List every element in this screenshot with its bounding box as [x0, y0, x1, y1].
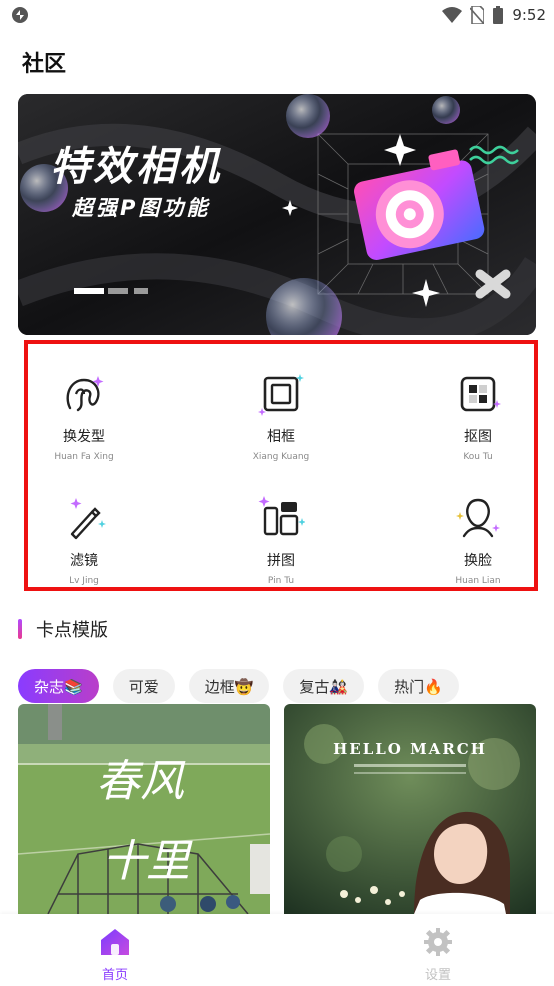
- tool-label: 滤镜: [70, 553, 98, 569]
- tool-pinyin: Lv Jing: [69, 576, 99, 586]
- tool-label: 相框: [267, 429, 295, 445]
- frame-icon: [258, 374, 304, 416]
- tool-label: 换脸: [464, 553, 492, 569]
- face-swap-icon: [456, 498, 500, 538]
- tool-label: 抠图: [464, 429, 492, 445]
- template-category-tabs: 杂志📚 可爱 边框🤠 复古🎎 热门🔥: [18, 669, 459, 703]
- home-icon: [101, 929, 129, 955]
- filter-wand-icon: [70, 498, 106, 540]
- tool-pinyin: Huan Fa Xing: [54, 452, 114, 462]
- wifi-icon: [442, 7, 463, 23]
- no-sim-icon: [470, 6, 485, 24]
- hair-icon: [66, 376, 104, 412]
- battery-icon: [493, 6, 504, 24]
- template-card[interactable]: 春风 十里: [18, 704, 270, 914]
- card-text-line2: 十里: [102, 836, 193, 887]
- section-accent-bar: [18, 619, 22, 639]
- card-heading: HELLO MARCH: [333, 740, 487, 758]
- tool-collage[interactable]: 拼图 Pin Tu: [211, 494, 351, 604]
- status-bar: 9:52: [0, 0, 554, 30]
- tool-face-swap[interactable]: 换脸 Huan Lian: [408, 494, 548, 604]
- tab-cute[interactable]: 可爱: [112, 669, 175, 703]
- template-cards: 春风 十里 HELLO MARCH: [18, 704, 536, 914]
- tab-retro[interactable]: 复古🎎: [283, 669, 365, 703]
- tab-magazine[interactable]: 杂志📚: [18, 669, 99, 703]
- nav-settings[interactable]: 设置: [408, 928, 468, 983]
- tool-filter[interactable]: 滤镜 Lv Jing: [14, 494, 154, 604]
- page-title: 社区: [22, 52, 67, 77]
- tool-label: 拼图: [267, 553, 295, 569]
- section-title: 卡点模版: [36, 620, 108, 641]
- tab-hot[interactable]: 热门🔥: [378, 669, 459, 703]
- tool-pinyin: Kou Tu: [463, 452, 493, 462]
- tools-grid: 换发型 Huan Fa Xing 相框 Xiang Kuang 抠图 Kou T…: [24, 340, 538, 591]
- bottom-nav: 首页 设置: [0, 914, 554, 986]
- promo-banner[interactable]: 特效相机 超强P图功能: [18, 94, 536, 335]
- banner-subtitle: 超强P图功能: [72, 196, 211, 220]
- collage-icon: [258, 496, 305, 536]
- nav-home[interactable]: 首页: [85, 928, 145, 983]
- banner-title: 特效相机: [50, 144, 222, 190]
- gear-icon: [424, 928, 452, 956]
- status-time: 9:52: [512, 6, 546, 24]
- template-thumbnail: 春风 十里: [18, 704, 270, 914]
- tool-label: 换发型: [63, 429, 105, 445]
- app-status-icon: [12, 7, 28, 23]
- nav-settings-label: 设置: [424, 968, 451, 983]
- tool-pinyin: Xiang Kuang: [252, 452, 310, 462]
- template-card[interactable]: HELLO MARCH: [284, 704, 536, 914]
- nav-home-label: 首页: [101, 968, 128, 983]
- tool-pinyin: Huan Lian: [455, 576, 501, 586]
- tool-hairstyle[interactable]: 换发型 Huan Fa Xing: [14, 370, 154, 480]
- tab-frame[interactable]: 边框🤠: [188, 669, 270, 703]
- template-thumbnail: HELLO MARCH: [284, 704, 536, 914]
- tool-pinyin: Pin Tu: [267, 576, 295, 586]
- section-header: 卡点模版: [18, 618, 108, 641]
- cutout-icon: [460, 376, 501, 412]
- tool-cutout[interactable]: 抠图 Kou Tu: [408, 370, 548, 480]
- card-text-line1: 春风: [96, 756, 186, 807]
- tool-frame[interactable]: 相框 Xiang Kuang: [211, 370, 351, 480]
